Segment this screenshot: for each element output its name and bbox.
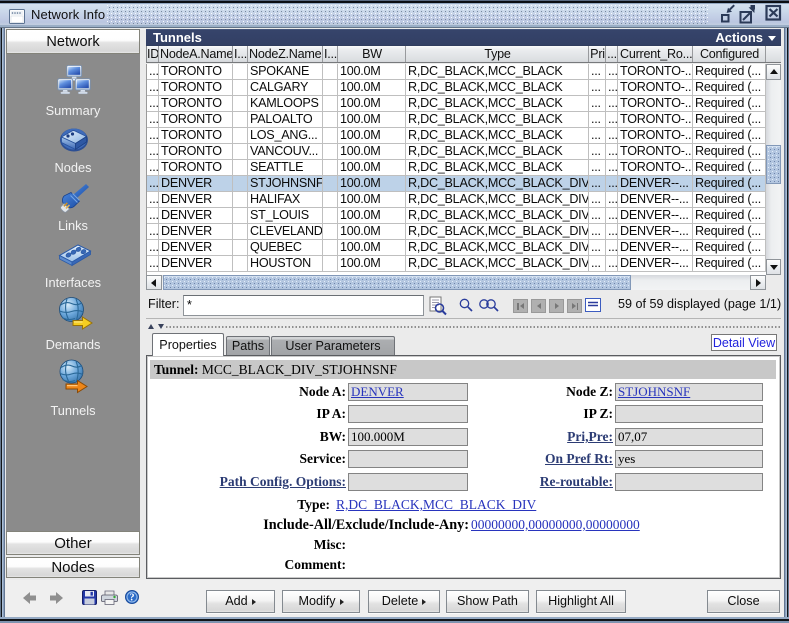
svg-text:?: ?	[130, 593, 135, 604]
